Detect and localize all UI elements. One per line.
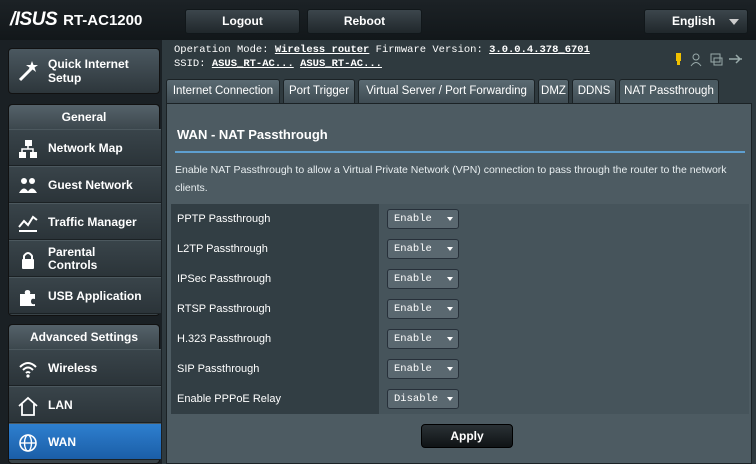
guest-network-icon — [19, 178, 37, 193]
table-row: Enable PPPoE Relay Disable — [171, 384, 749, 414]
globe-icon — [19, 434, 37, 452]
chevron-down-icon — [447, 367, 453, 371]
quick-internet-setup-button[interactable]: Quick Internet Setup — [8, 48, 160, 94]
row-label: Enable PPPoE Relay — [171, 384, 379, 414]
sidebar-item-parental-controls[interactable]: Parental Controls — [9, 240, 161, 277]
row-label: RTSP Passthrough — [171, 294, 379, 324]
chevron-down-icon — [447, 247, 453, 251]
status-icons — [676, 53, 742, 67]
op-mode-link[interactable]: Wireless router — [275, 44, 370, 56]
sidebar-item-lan[interactable]: LAN — [9, 386, 161, 423]
h323-passthrough-select[interactable]: Enable — [387, 329, 459, 349]
sip-passthrough-select[interactable]: Enable — [387, 359, 459, 379]
ssid-link-2[interactable]: ASUS_RT-AC... — [300, 58, 382, 70]
row-label: SIP Passthrough — [171, 354, 379, 384]
chevron-down-icon — [447, 337, 453, 341]
sidebar-item-wan[interactable]: WAN — [9, 423, 161, 460]
ipsec-passthrough-select[interactable]: Enable — [387, 269, 459, 289]
advanced-section-title: Advanced Settings — [9, 325, 159, 349]
ssid-link-1[interactable]: ASUS_RT-AC... — [212, 58, 294, 70]
nat-passthrough-panel: WAN - NAT Passthrough Enable NAT Passthr… — [166, 103, 752, 464]
row-label: H.323 Passthrough — [171, 324, 379, 354]
general-section: General Network Map Guest Network Traffi… — [8, 104, 161, 316]
sidebar-item-label: Network Map — [48, 141, 123, 155]
device-status-icon[interactable] — [710, 53, 723, 66]
table-row: RTSP Passthrough Enable — [171, 294, 749, 324]
pptp-passthrough-select[interactable]: Enable — [387, 209, 459, 229]
firmware-link[interactable]: 3.0.0.4.378_6701 — [489, 44, 590, 56]
quick-setup-label: Quick Internet Setup — [48, 57, 129, 85]
sidebar-item-wireless[interactable]: Wireless — [9, 349, 161, 386]
ethernet-status-icon[interactable] — [729, 54, 742, 64]
sidebar-item-traffic-manager[interactable]: Traffic Manager — [9, 203, 161, 240]
page-title: WAN - NAT Passthrough — [177, 127, 328, 142]
sidebar-item-guest-network[interactable]: Guest Network — [9, 166, 161, 203]
sidebar-item-label: Traffic Manager — [48, 215, 137, 229]
top-bar: /ISUS RT-AC1200 Logout Reboot English — [0, 0, 756, 40]
puzzle-icon — [20, 290, 35, 306]
table-row: H.323 Passthrough Enable — [171, 324, 749, 354]
home-icon — [18, 396, 38, 416]
pppoe-relay-select[interactable]: Disable — [387, 389, 459, 409]
main-content: Operation Mode: Wireless router Firmware… — [162, 40, 756, 464]
rtsp-passthrough-select[interactable]: Enable — [387, 299, 459, 319]
title-divider — [175, 151, 745, 153]
apply-button[interactable]: Apply — [421, 424, 513, 448]
sidebar-item-label: USB Application — [48, 289, 142, 303]
chevron-down-icon — [447, 217, 453, 221]
sidebar-item-label: LAN — [48, 398, 73, 412]
chevron-down-icon — [447, 277, 453, 281]
tab-ddns[interactable]: DDNS — [572, 79, 616, 103]
row-label: PPTP Passthrough — [171, 204, 379, 234]
tab-dmz[interactable]: DMZ — [538, 79, 569, 103]
chevron-down-icon — [447, 307, 453, 311]
tab-virtual-server[interactable]: Virtual Server / Port Forwarding — [358, 79, 535, 103]
traffic-manager-icon — [18, 215, 38, 232]
sidebar-item-label: Guest Network — [48, 178, 133, 192]
sidebar-item-label: Parental Controls — [48, 245, 98, 272]
network-map-icon — [19, 140, 37, 158]
status-info: Operation Mode: Wireless router Firmware… — [174, 43, 590, 71]
reboot-button[interactable]: Reboot — [307, 9, 422, 34]
tab-internet-connection[interactable]: Internet Connection — [166, 79, 280, 103]
table-row: SIP Passthrough Enable — [171, 354, 749, 384]
wifi-icon — [19, 362, 37, 378]
model-name: RT-AC1200 — [63, 12, 143, 29]
language-select[interactable]: English — [644, 9, 748, 34]
sidebar: Quick Internet Setup General Network Map… — [0, 40, 162, 464]
op-mode-label: Operation Mode: — [174, 44, 269, 56]
usb-status-icon[interactable] — [676, 53, 681, 65]
firmware-label: Firmware Version: — [375, 44, 483, 56]
wand-icon — [18, 61, 38, 82]
page-description: Enable NAT Passthrough to allow a Virtua… — [175, 164, 727, 194]
sidebar-item-usb-application[interactable]: USB Application — [9, 277, 161, 314]
row-label: L2TP Passthrough — [171, 234, 379, 264]
guest-status-icon[interactable] — [690, 53, 702, 67]
logout-button[interactable]: Logout — [185, 9, 300, 34]
sidebar-item-label: WAN — [48, 435, 76, 449]
lock-icon — [22, 252, 34, 269]
tab-port-trigger[interactable]: Port Trigger — [283, 79, 355, 103]
tab-nat-passthrough[interactable]: NAT Passthrough — [619, 79, 719, 103]
asus-logo: /ISUS RT-AC1200 — [10, 9, 143, 30]
general-section-title: General — [9, 105, 159, 129]
sidebar-item-label: Wireless — [48, 361, 98, 375]
table-row: L2TP Passthrough Enable — [171, 234, 749, 264]
ssid-label: SSID: — [174, 58, 206, 70]
chevron-down-icon — [729, 19, 739, 25]
table-row: IPSec Passthrough Enable — [171, 264, 749, 294]
l2tp-passthrough-select[interactable]: Enable — [387, 239, 459, 259]
row-label: IPSec Passthrough — [171, 264, 379, 294]
sidebar-item-network-map[interactable]: Network Map — [9, 129, 161, 166]
advanced-section: Advanced Settings Wireless LAN WAN — [8, 324, 161, 464]
chevron-down-icon — [447, 397, 453, 401]
table-row: PPTP Passthrough Enable — [171, 204, 749, 234]
